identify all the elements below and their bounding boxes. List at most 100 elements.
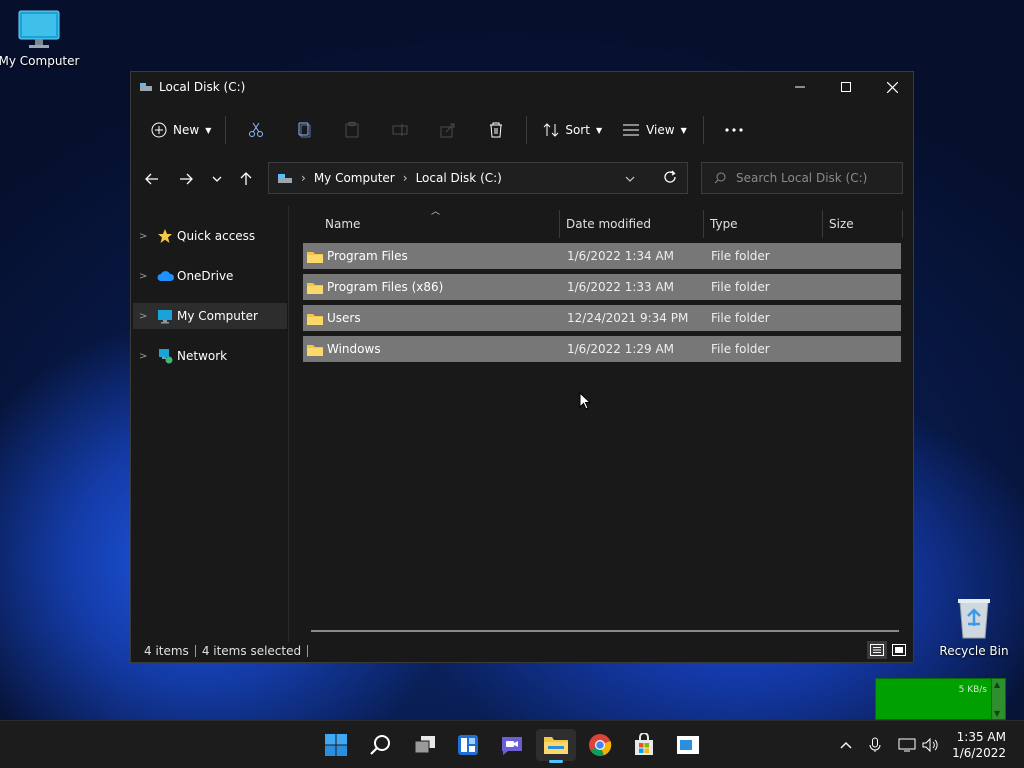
- file-date: 1/6/2022 1:34 AM: [567, 249, 675, 263]
- recent-locations-button[interactable]: [204, 166, 230, 192]
- status-bar: 4 items 4 items selected: [131, 640, 913, 662]
- arrow-left-icon: [145, 173, 158, 185]
- table-row[interactable]: Program Files (x86) 1/6/2022 1:33 AM Fil…: [303, 274, 901, 300]
- app-button[interactable]: [668, 729, 708, 761]
- chrome-button[interactable]: [580, 729, 620, 761]
- delete-button[interactable]: [472, 114, 520, 146]
- microphone-button[interactable]: [862, 729, 888, 761]
- column-header-type[interactable]: Type: [704, 210, 823, 238]
- share-button[interactable]: [424, 114, 472, 146]
- column-header-label: Size: [829, 217, 854, 231]
- minimize-icon: [795, 86, 805, 88]
- details-view-button[interactable]: [867, 641, 887, 659]
- desktop-icon-recycle-bin[interactable]: Recycle Bin: [932, 596, 1016, 658]
- sort-button[interactable]: Sort ▼: [533, 114, 612, 146]
- computer-icon: [158, 309, 172, 323]
- scroll-down-icon[interactable]: ▼: [994, 709, 1000, 718]
- network-status-button[interactable]: [894, 729, 920, 761]
- horizontal-scrollbar[interactable]: [311, 630, 899, 632]
- up-button[interactable]: [233, 166, 259, 192]
- window-title: Local Disk (C:): [159, 80, 246, 94]
- breadcrumb-local-disk[interactable]: Local Disk (C:): [416, 171, 502, 185]
- file-explorer-taskbar-button[interactable]: [536, 729, 576, 763]
- app-window-icon: [677, 736, 699, 754]
- nav-item-my-computer[interactable]: > My Computer: [133, 303, 287, 329]
- arrow-up-icon: [240, 172, 252, 185]
- store-button[interactable]: [624, 729, 664, 761]
- file-date: 1/6/2022 1:29 AM: [567, 342, 675, 356]
- scroll-up-icon[interactable]: ▲: [994, 680, 1000, 689]
- taskbar-search-button[interactable]: [360, 729, 400, 761]
- microphone-icon: [869, 737, 881, 752]
- mouse-cursor-icon: [579, 392, 591, 410]
- tiles-view-button[interactable]: [889, 641, 909, 659]
- network-monitor-widget[interactable]: 5 KB/s ▲ ▼: [875, 678, 1006, 720]
- refresh-button[interactable]: [663, 170, 677, 187]
- back-button[interactable]: [139, 166, 165, 192]
- computer-icon: [18, 10, 60, 48]
- search-box[interactable]: Search Local Disk (C:): [701, 162, 903, 194]
- volume-button[interactable]: [918, 729, 944, 761]
- column-header-name[interactable]: Name: [319, 210, 559, 238]
- show-hidden-icons-button[interactable]: [832, 729, 860, 761]
- view-button[interactable]: View ▼: [612, 114, 697, 146]
- paste-button[interactable]: [328, 114, 376, 146]
- breadcrumb-separator: ›: [402, 171, 408, 185]
- start-button[interactable]: [316, 729, 356, 761]
- copy-button[interactable]: [280, 114, 328, 146]
- toolbar-divider: [225, 116, 227, 144]
- view-label: View: [646, 123, 675, 137]
- cut-button[interactable]: [232, 114, 280, 146]
- file-type: File folder: [711, 249, 770, 263]
- nav-item-onedrive[interactable]: > OneDrive: [133, 263, 287, 289]
- network-icon: [159, 349, 173, 364]
- drive-icon: [140, 83, 152, 91]
- expand-chevron-icon[interactable]: >: [139, 311, 157, 322]
- netmon-scrollbar[interactable]: ▲ ▼: [991, 679, 1005, 719]
- column-header-size[interactable]: Size: [823, 210, 903, 238]
- address-history-button[interactable]: [625, 171, 635, 185]
- item-count: 4 items: [144, 644, 189, 658]
- chevron-down-icon: [212, 176, 222, 182]
- folder-icon: [307, 282, 323, 294]
- close-icon: [886, 81, 898, 93]
- forward-button[interactable]: [173, 166, 199, 192]
- details-view-icon: [870, 644, 884, 656]
- table-row[interactable]: Windows 1/6/2022 1:29 AM File folder: [303, 336, 901, 362]
- rename-button[interactable]: [376, 114, 424, 146]
- expand-chevron-icon[interactable]: >: [139, 271, 157, 282]
- nav-item-network[interactable]: > Network: [133, 343, 287, 369]
- expand-chevron-icon[interactable]: >: [139, 231, 157, 242]
- more-options-button[interactable]: [710, 114, 758, 146]
- close-button[interactable]: [869, 72, 915, 102]
- recycle-bin-icon: [958, 599, 990, 639]
- table-row[interactable]: Program Files 1/6/2022 1:34 AM File fold…: [303, 243, 901, 269]
- file-name: Users: [327, 311, 361, 325]
- address-bar[interactable]: › My Computer › Local Disk (C:): [268, 162, 688, 194]
- minimize-button[interactable]: [777, 72, 823, 102]
- chat-button[interactable]: [492, 729, 532, 761]
- nav-item-quick-access[interactable]: > Quick access: [133, 223, 287, 249]
- status-divider: [307, 645, 309, 657]
- task-view-button[interactable]: [405, 729, 445, 761]
- folder-icon: [307, 251, 323, 263]
- breadcrumb-my-computer[interactable]: My Computer: [314, 171, 395, 185]
- widgets-button[interactable]: [448, 729, 488, 761]
- clock[interactable]: 1:35 AM 1/6/2022: [952, 729, 1006, 761]
- new-button[interactable]: New ▼: [143, 114, 219, 146]
- file-name: Program Files: [327, 249, 408, 263]
- column-header-date-modified[interactable]: Date modified: [559, 210, 704, 238]
- maximize-button[interactable]: [823, 72, 869, 102]
- table-row[interactable]: Users 12/24/2021 9:34 PM File folder: [303, 305, 901, 331]
- search-icon: [714, 172, 726, 184]
- desktop-icon-my-computer[interactable]: My Computer: [0, 10, 81, 68]
- expand-chevron-icon[interactable]: >: [139, 351, 157, 362]
- task-view-icon: [414, 736, 435, 754]
- sort-label: Sort: [565, 123, 590, 137]
- file-list: ︿ Name Date modified Type Size Program F…: [291, 206, 913, 642]
- rename-icon: [392, 124, 408, 136]
- chrome-icon: [589, 734, 612, 757]
- file-explorer-window: Local Disk (C:) New ▼ Sort ▼ View ▼ › My…: [130, 71, 914, 663]
- sort-icon: [543, 123, 559, 137]
- title-bar[interactable]: Local Disk (C:): [131, 72, 913, 102]
